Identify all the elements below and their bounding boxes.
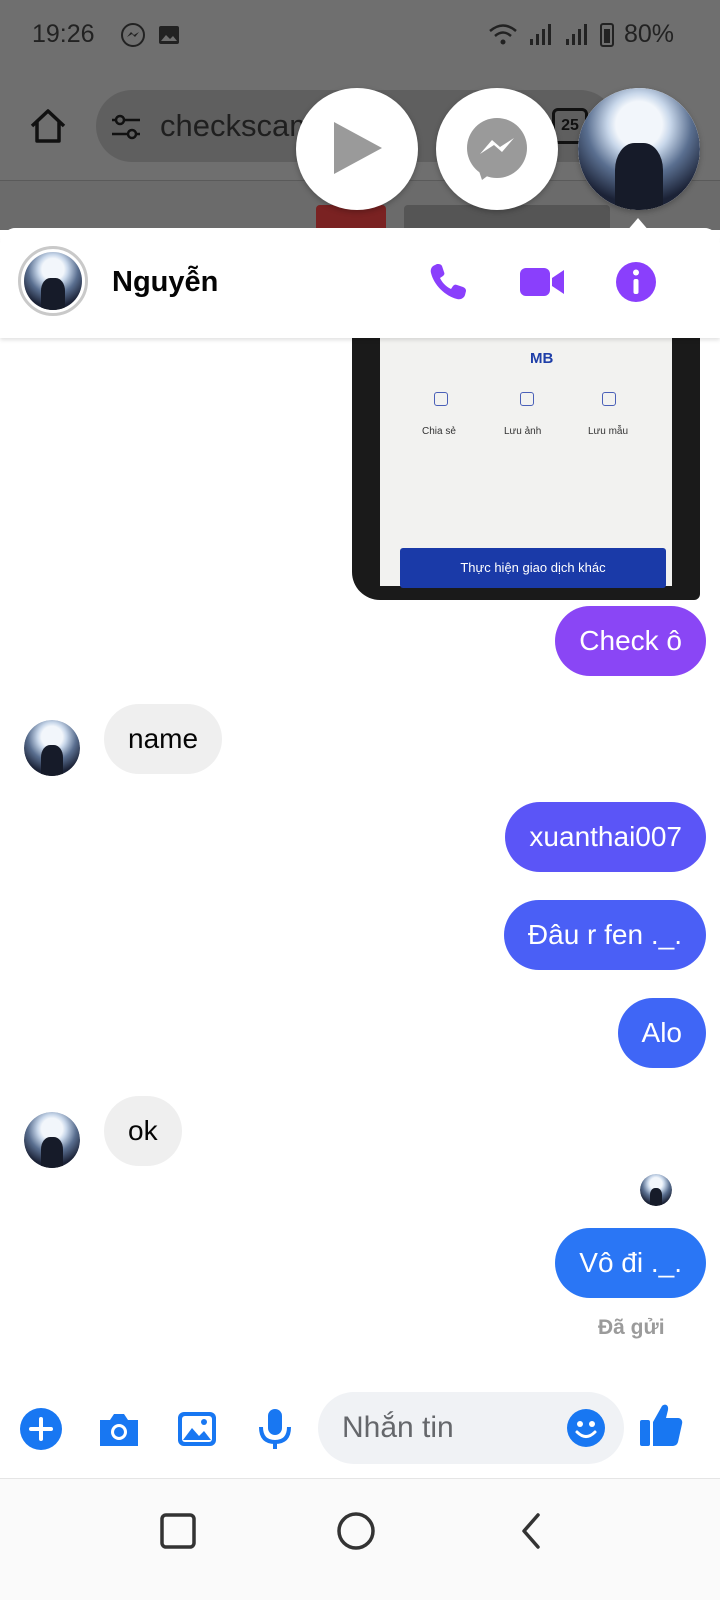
photo-bank-label: MB	[530, 350, 554, 367]
home-nav-icon[interactable]	[330, 1505, 382, 1557]
message-bubble-outgoing[interactable]: xuanthai007	[505, 802, 706, 872]
battery-percent: 80%	[623, 20, 674, 48]
photo-transaction-button: Thực hiện giao dịch khác	[400, 548, 666, 588]
gallery-icon[interactable]	[174, 1406, 220, 1452]
contact-avatar-image	[578, 88, 700, 210]
mic-icon[interactable]	[252, 1406, 298, 1452]
play-icon	[334, 122, 382, 174]
messenger-icon	[467, 118, 527, 180]
image-notification-icon	[159, 26, 179, 44]
emoji-icon[interactable]	[566, 1408, 606, 1448]
status-time: 19:26	[32, 20, 95, 48]
url-text[interactable]: checkscam	[160, 108, 315, 144]
message-bubble-incoming[interactable]: name	[104, 704, 223, 774]
message-bubble-outgoing[interactable]: Đâu r fen ._.	[503, 900, 706, 970]
chat-header: Nguyễn	[0, 228, 720, 338]
message-bubble-outgoing[interactable]: Check ô	[555, 606, 706, 676]
play-chat-head[interactable]	[296, 88, 418, 210]
signal-icon-2	[565, 23, 587, 45]
signal-icon	[529, 23, 551, 45]
status-bar: 19:26 80%	[0, 0, 720, 72]
header-avatar[interactable]	[18, 246, 88, 316]
like-icon[interactable]	[638, 1400, 684, 1450]
photo-action-share: Chia sẻ	[422, 426, 456, 437]
template-icon	[602, 392, 616, 406]
message-avatar-image	[24, 1112, 80, 1168]
battery-icon	[599, 22, 614, 47]
video-icon[interactable]	[518, 260, 566, 304]
messenger-chat-head[interactable]	[436, 88, 558, 210]
contact-chat-head[interactable]	[578, 88, 700, 210]
header-avatar-image	[24, 252, 82, 310]
photo-phone-screen: MB Chia sẻ Lưu ảnh Lưu mẫu Thực hiện gia…	[380, 334, 672, 588]
message-input[interactable]	[342, 1408, 552, 1448]
message-avatar[interactable]	[24, 1112, 80, 1168]
wifi-icon	[489, 23, 517, 44]
info-icon[interactable]	[614, 260, 658, 304]
status-right: 80%	[488, 20, 674, 49]
chat-panel: Nguyễn MB Chia sẻ Lưu ảnh Lưu mẫu Thực h…	[0, 228, 720, 1478]
message-bubble-outgoing[interactable]: Vô đi ._.	[555, 1228, 706, 1298]
shared-photo[interactable]: MB Chia sẻ Lưu ảnh Lưu mẫu Thực hiện gia…	[352, 334, 700, 600]
camera-small-icon	[520, 392, 534, 406]
tune-icon[interactable]	[110, 112, 142, 142]
message-avatar[interactable]	[24, 720, 80, 776]
message-bubble-incoming[interactable]: ok	[104, 1096, 182, 1166]
seen-avatar-image	[640, 1174, 672, 1206]
share-icon	[434, 392, 448, 406]
system-navigation-bar	[0, 1478, 720, 1600]
home-icon[interactable]	[28, 106, 68, 146]
sent-status: Đã gửi	[598, 1316, 665, 1339]
messenger-notification-icon	[121, 23, 145, 47]
recent-apps-icon[interactable]	[152, 1505, 204, 1557]
phone-icon[interactable]	[426, 260, 470, 304]
photo-action-save-image: Lưu ảnh	[504, 426, 542, 437]
contact-name[interactable]: Nguyễn	[112, 266, 218, 299]
camera-icon[interactable]	[96, 1406, 142, 1452]
back-icon[interactable]	[506, 1505, 558, 1557]
seen-indicator-avatar	[640, 1174, 672, 1206]
message-input-container[interactable]	[318, 1392, 624, 1464]
plus-icon[interactable]	[18, 1406, 64, 1452]
photo-action-save-template: Lưu mẫu	[588, 426, 629, 437]
message-composer	[0, 1380, 720, 1478]
message-bubble-outgoing[interactable]: Alo	[617, 998, 706, 1068]
message-avatar-image	[24, 720, 80, 776]
